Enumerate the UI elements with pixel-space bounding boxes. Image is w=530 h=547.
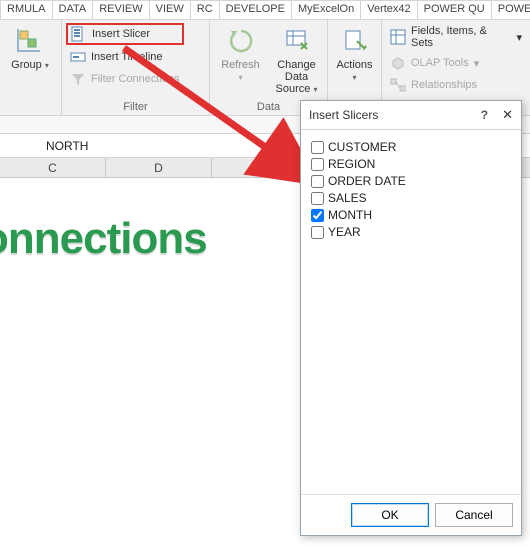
group-label: Group — [11, 59, 42, 71]
field-label: ORDER DATE — [328, 174, 406, 188]
olap-label: OLAP Tools — [411, 57, 469, 69]
insert-timeline-button[interactable]: Insert Timeline — [66, 47, 184, 67]
actions-icon — [339, 25, 371, 57]
field-label: REGION — [328, 157, 375, 171]
tab-formula[interactable]: RMULA — [0, 0, 52, 19]
col-c[interactable]: C — [0, 158, 106, 177]
field-customer[interactable]: CUSTOMER — [311, 140, 511, 154]
actions-label: Actions — [336, 59, 372, 71]
relationships-label: Relationships — [411, 79, 477, 91]
insert-slicer-button[interactable]: Insert Slicer — [66, 23, 184, 45]
actions-button[interactable]: Actions ▾ — [332, 23, 377, 85]
decor-text: onnections — [0, 214, 207, 264]
chevron-down-icon: ▾ — [45, 61, 49, 70]
refresh-icon — [225, 25, 257, 57]
tab-developer[interactable]: DEVELOPE — [219, 0, 291, 19]
tab-myexcelon[interactable]: MyExcelOn — [291, 0, 360, 19]
formula-value: NORTH — [6, 139, 88, 153]
fields-label: Fields, Items, & Sets — [411, 25, 511, 49]
chevron-down-icon: ▾ — [238, 73, 242, 82]
tab-view[interactable]: VIEW — [149, 0, 190, 19]
filter-connections-label: Filter Connections — [91, 73, 180, 85]
checkbox-customer[interactable] — [311, 141, 324, 154]
checkbox-sales[interactable] — [311, 192, 324, 205]
field-sales[interactable]: SALES — [311, 191, 511, 205]
field-label: YEAR — [328, 225, 361, 239]
tab-vertex42[interactable]: Vertex42 — [360, 0, 416, 19]
col-d[interactable]: D — [106, 158, 212, 177]
chevron-down-icon: ▾ — [516, 31, 522, 44]
change-data-source-button[interactable]: Change Data Source ▾ — [271, 23, 323, 97]
field-region[interactable]: REGION — [311, 157, 511, 171]
ok-button[interactable]: OK — [351, 503, 429, 527]
field-label: MONTH — [328, 208, 372, 222]
tab-rc[interactable]: RC — [190, 0, 219, 19]
group-button[interactable]: Group ▾ — [4, 23, 56, 73]
slicer-icon — [71, 26, 87, 42]
relationships-button: Relationships — [386, 75, 526, 95]
olap-icon — [390, 55, 406, 71]
tab-review[interactable]: REVIEW — [92, 0, 148, 19]
insert-slicers-dialog: Insert Slicers ? ✕ CUSTOMER REGION ORDER… — [300, 100, 522, 536]
chevron-down-icon: ▾ — [352, 73, 356, 82]
checkbox-month[interactable] — [311, 209, 324, 222]
change-data-label: Change Data Source — [276, 59, 316, 95]
refresh-button[interactable]: Refresh ▾ — [215, 23, 267, 85]
field-order-date[interactable]: ORDER DATE — [311, 174, 511, 188]
dialog-title: Insert Slicers — [309, 108, 378, 122]
ribbon-tabs: RMULA DATA REVIEW VIEW RC DEVELOPE MyExc… — [0, 0, 530, 20]
timeline-icon — [70, 49, 86, 65]
relationships-icon — [390, 77, 406, 93]
cancel-button[interactable]: Cancel — [435, 503, 513, 527]
chevron-down-icon: ▾ — [474, 57, 480, 70]
close-icon[interactable]: ✕ — [502, 107, 513, 123]
group-icon — [14, 25, 46, 57]
field-label: CUSTOMER — [328, 140, 396, 154]
filter-connections-button: Filter Connections — [66, 69, 184, 89]
refresh-label: Refresh — [221, 59, 260, 71]
tab-powerquery[interactable]: POWER QU — [417, 0, 491, 19]
checkbox-order-date[interactable] — [311, 175, 324, 188]
filter-group-label: Filter — [66, 100, 205, 115]
filter-icon — [70, 71, 86, 87]
insert-slicer-label: Insert Slicer — [92, 28, 150, 40]
checkbox-region[interactable] — [311, 158, 324, 171]
field-year[interactable]: YEAR — [311, 225, 511, 239]
field-month[interactable]: MONTH — [311, 208, 511, 222]
dialog-field-list: CUSTOMER REGION ORDER DATE SALES MONTH Y… — [301, 130, 521, 494]
fields-items-sets-button[interactable]: Fields, Items, & Sets ▾ — [386, 23, 526, 51]
chevron-down-icon: ▾ — [313, 85, 317, 94]
tab-data[interactable]: DATA — [52, 0, 93, 19]
fields-icon — [390, 29, 406, 45]
change-data-icon — [281, 25, 313, 57]
checkbox-year[interactable] — [311, 226, 324, 239]
field-label: SALES — [328, 191, 367, 205]
tab-powerpivot[interactable]: POWERPIV — [491, 0, 530, 19]
olap-tools-button: OLAP Tools ▾ — [386, 53, 526, 73]
dialog-help-button[interactable]: ? — [481, 108, 488, 122]
insert-timeline-label: Insert Timeline — [91, 51, 163, 63]
